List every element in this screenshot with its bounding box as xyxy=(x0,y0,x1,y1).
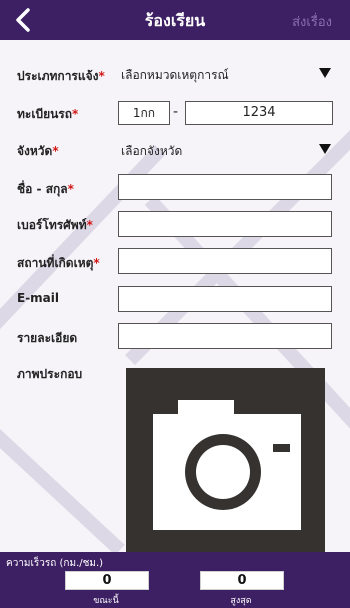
province-select[interactable]: เลือกจังหวัด xyxy=(118,139,332,161)
photo-upload-button[interactable] xyxy=(126,368,325,552)
triangle-down-icon xyxy=(319,144,331,154)
report-type-value: เลือกหมวดเหตุการณ์ xyxy=(121,68,229,82)
plate-label: ทะเบียนรถ* xyxy=(17,107,79,121)
max-speed-value: 0 xyxy=(200,571,284,590)
report-type-select[interactable]: เลือกหมวดเหตุการณ์ xyxy=(118,63,332,85)
plate-prefix-input[interactable]: 1กก xyxy=(118,101,170,125)
province-label: จังหวัด* xyxy=(17,144,59,158)
top-bar: ร้องเรียน ส่งเรื่อง xyxy=(0,0,350,40)
plate-number-input[interactable]: 1234 xyxy=(185,101,333,125)
details-label: รายละเอียด xyxy=(17,331,78,345)
speed-panel: ความเร็วรถ (กม./ชม.) 0 ขณะนี้ 0 สูงสุด xyxy=(0,552,350,608)
location-input[interactable] xyxy=(118,248,332,274)
plate-separator: - xyxy=(173,104,179,120)
max-speed-caption: สูงสุด xyxy=(230,596,252,606)
province-value: เลือกจังหวัด xyxy=(121,144,183,158)
current-speed-caption: ขณะนี้ xyxy=(93,596,119,606)
submit-button[interactable]: ส่งเรื่อง xyxy=(292,11,332,32)
complaint-form: ประเภทการแจ้ง* เลือกหมวดเหตุการณ์ ทะเบีย… xyxy=(0,40,350,552)
triangle-down-icon xyxy=(319,68,331,78)
camera-icon xyxy=(153,400,301,530)
report-type-label: ประเภทการแจ้ง* xyxy=(17,69,105,83)
details-input[interactable] xyxy=(118,323,332,349)
phone-label: เบอร์โทรศัพท์* xyxy=(17,218,93,232)
current-speed-value: 0 xyxy=(65,571,149,590)
phone-input[interactable] xyxy=(118,211,332,237)
location-label: สถานที่เกิดเหตุ* xyxy=(17,256,100,270)
email-input[interactable] xyxy=(118,286,332,312)
name-label: ชื่อ - สกุล* xyxy=(17,182,74,196)
email-label: E-mail xyxy=(17,291,60,305)
speed-title: ความเร็วรถ (กม./ชม.) xyxy=(6,558,104,569)
photo-label: ภาพประกอบ xyxy=(17,367,83,381)
name-input[interactable] xyxy=(118,174,332,200)
